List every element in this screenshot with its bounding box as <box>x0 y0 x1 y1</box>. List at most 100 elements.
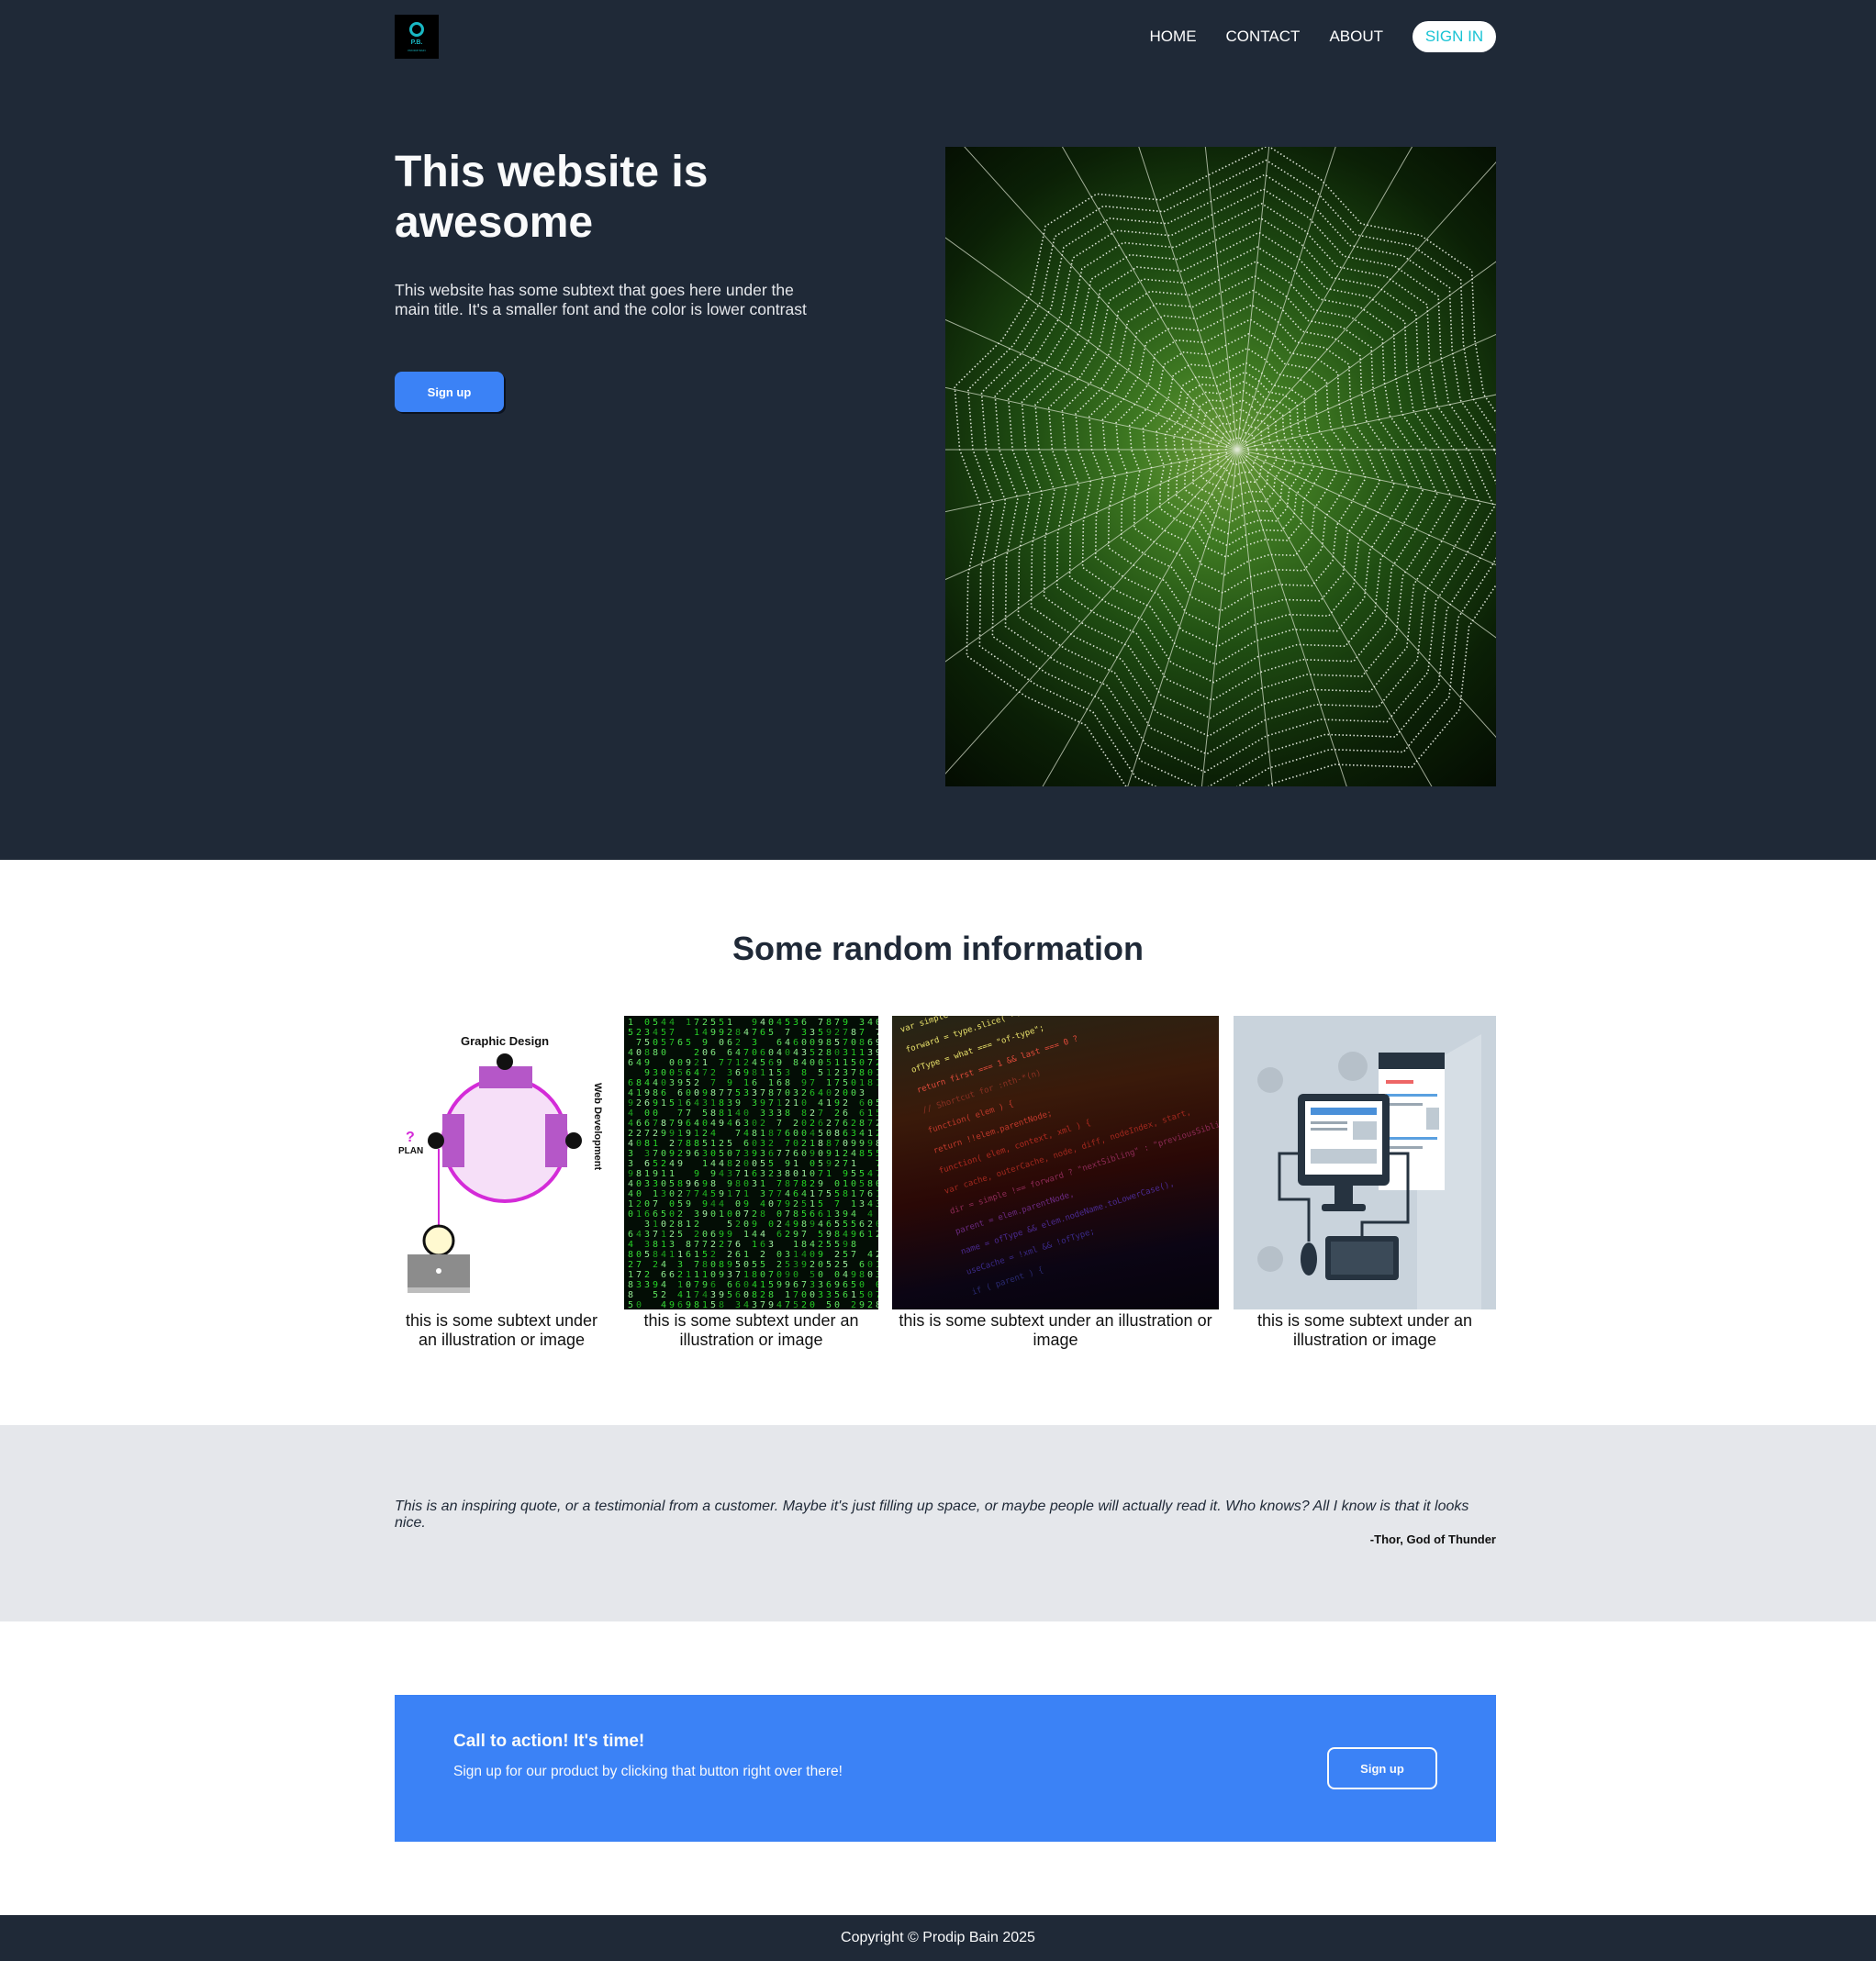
svg-text:5: 5 <box>818 1230 823 1240</box>
svg-text:0: 0 <box>876 1179 878 1189</box>
svg-text:4: 4 <box>628 1119 633 1129</box>
logo-subtext: PRODIP BAIN <box>408 49 426 52</box>
svg-text:0: 0 <box>768 1199 774 1209</box>
svg-text:6: 6 <box>760 1240 765 1250</box>
sign-in-button[interactable]: SIGN IN <box>1413 21 1496 52</box>
svg-text:8: 8 <box>851 1028 856 1038</box>
svg-text:0: 0 <box>719 1038 724 1048</box>
svg-text:4: 4 <box>661 1018 666 1028</box>
cta-text: Sign up for our product by clicking that… <box>453 1764 843 1779</box>
svg-text:4: 4 <box>653 1028 658 1038</box>
svg-text:6: 6 <box>727 1048 732 1058</box>
svg-text:8: 8 <box>785 1169 790 1179</box>
svg-text:3: 3 <box>743 1088 749 1098</box>
svg-text:7: 7 <box>801 1230 807 1240</box>
svg-text:6: 6 <box>859 1098 865 1109</box>
svg-text:8: 8 <box>843 1189 848 1199</box>
svg-text:5: 5 <box>818 1199 823 1209</box>
nav-home-link[interactable]: HOME <box>1150 28 1197 46</box>
person-icon <box>422 1224 455 1257</box>
svg-text:9: 9 <box>677 1078 683 1088</box>
svg-text:4: 4 <box>727 1119 732 1129</box>
svg-text:8: 8 <box>628 1290 633 1300</box>
svg-text:6: 6 <box>644 1159 650 1169</box>
svg-text:3: 3 <box>644 1149 650 1159</box>
svg-text:8: 8 <box>826 1048 832 1058</box>
svg-text:8: 8 <box>727 1159 732 1169</box>
svg-text:6: 6 <box>686 1250 691 1260</box>
svg-text:6: 6 <box>669 1270 675 1280</box>
svg-text:2: 2 <box>735 1220 741 1230</box>
svg-text:3: 3 <box>702 1098 708 1109</box>
nav-contact-link[interactable]: CONTACT <box>1226 28 1301 46</box>
svg-text:9: 9 <box>810 1220 815 1230</box>
svg-text:5: 5 <box>810 1270 815 1280</box>
svg-text:4: 4 <box>867 1209 873 1220</box>
testimonial-quote: This is an inspiring quote, or a testimo… <box>395 1499 1469 1531</box>
cta-sign-up-button[interactable]: Sign up <box>1327 1747 1437 1789</box>
svg-text:9: 9 <box>653 1169 658 1179</box>
svg-text:4: 4 <box>867 1250 873 1260</box>
svg-text:9: 9 <box>727 1078 732 1088</box>
svg-text:2: 2 <box>677 1209 683 1220</box>
svg-text:9: 9 <box>752 1220 757 1230</box>
svg-text:0: 0 <box>669 1189 675 1199</box>
svg-text:2: 2 <box>776 1220 782 1230</box>
svg-text:4: 4 <box>867 1169 873 1179</box>
nav-about-link[interactable]: ABOUT <box>1329 28 1383 46</box>
svg-text:5: 5 <box>653 1018 658 1028</box>
graphic-design-drawing: Graphic Design ? PLAN Web Development <box>398 1034 603 1293</box>
hero-sign-up-button[interactable]: Sign up <box>395 372 504 412</box>
svg-text:8: 8 <box>876 1300 878 1309</box>
site-logo[interactable]: P.B. PRODIP BAIN <box>395 15 439 59</box>
svg-text:5: 5 <box>826 1300 832 1309</box>
svg-text:2: 2 <box>628 1129 633 1139</box>
svg-text:4: 4 <box>776 1300 782 1309</box>
svg-text:5: 5 <box>735 1088 741 1098</box>
svg-text:7: 7 <box>834 1119 840 1129</box>
svg-text:7: 7 <box>768 1098 774 1109</box>
svg-text:4: 4 <box>661 1280 666 1290</box>
svg-text:2: 2 <box>768 1169 774 1179</box>
svg-text:2: 2 <box>760 1119 765 1129</box>
svg-text:7: 7 <box>760 1088 765 1098</box>
svg-text:8: 8 <box>644 1139 650 1149</box>
svg-text:1: 1 <box>743 1189 749 1199</box>
svg-text:3: 3 <box>702 1149 708 1159</box>
svg-text:7: 7 <box>636 1270 642 1280</box>
svg-text:2: 2 <box>867 1300 873 1309</box>
svg-text:1: 1 <box>859 1078 865 1088</box>
svg-text:1: 1 <box>826 1068 832 1078</box>
svg-text:6: 6 <box>661 1088 666 1098</box>
svg-text:7: 7 <box>834 1078 840 1088</box>
svg-text:4: 4 <box>702 1028 708 1038</box>
svg-text:3: 3 <box>793 1018 798 1028</box>
svg-text:1: 1 <box>793 1240 798 1250</box>
svg-text:9: 9 <box>776 1058 782 1068</box>
svg-text:1: 1 <box>661 1230 666 1240</box>
svg-text:0: 0 <box>661 1220 666 1230</box>
svg-text:7: 7 <box>653 1230 658 1240</box>
svg-text:5: 5 <box>876 1098 878 1109</box>
svg-text:6: 6 <box>760 1048 765 1058</box>
svg-text:0: 0 <box>727 1149 732 1159</box>
svg-text:0: 0 <box>810 1159 815 1169</box>
svg-text:8: 8 <box>752 1270 757 1280</box>
svg-text:3: 3 <box>843 1068 848 1078</box>
svg-text:2: 2 <box>669 1139 675 1149</box>
svg-text:2: 2 <box>677 1149 683 1159</box>
svg-text:9: 9 <box>686 1149 691 1159</box>
svg-text:8: 8 <box>760 1209 765 1220</box>
svg-text:1: 1 <box>743 1169 749 1179</box>
svg-text:0: 0 <box>653 1038 658 1048</box>
svg-text:0: 0 <box>810 1058 815 1068</box>
svg-text:8: 8 <box>859 1149 865 1159</box>
svg-text:1: 1 <box>834 1149 840 1159</box>
svg-text:0: 0 <box>661 1078 666 1088</box>
svg-text:2: 2 <box>727 1028 732 1038</box>
svg-text:2: 2 <box>661 1290 666 1300</box>
svg-text:1: 1 <box>843 1179 848 1189</box>
svg-text:6: 6 <box>793 1149 798 1159</box>
svg-text:3: 3 <box>735 1300 741 1309</box>
svg-text:1: 1 <box>686 1270 691 1280</box>
